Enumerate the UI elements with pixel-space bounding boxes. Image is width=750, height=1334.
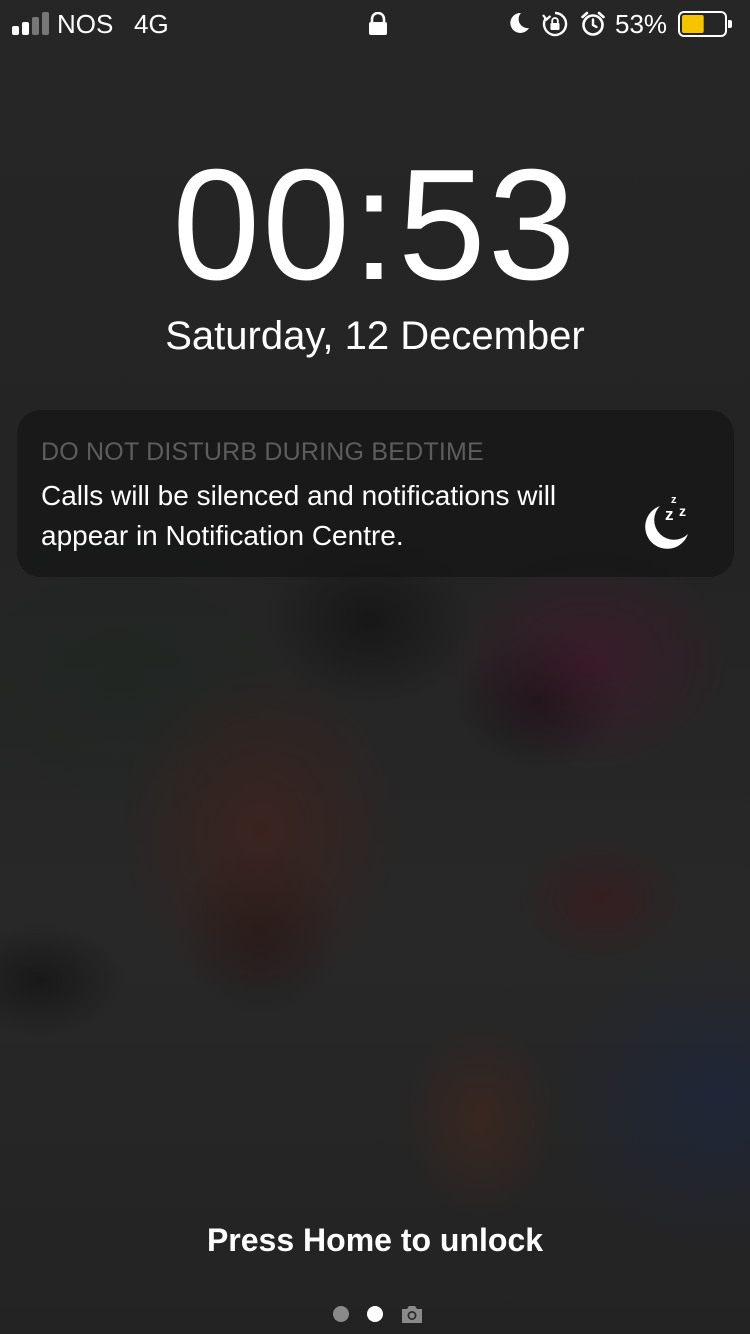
svg-text:z: z bbox=[679, 503, 686, 519]
page-indicator[interactable] bbox=[0, 1303, 750, 1325]
bedtime-notification[interactable]: DO NOT DISTURB DURING BEDTIME Calls will… bbox=[17, 410, 734, 577]
page-dot-2-active[interactable] bbox=[367, 1306, 383, 1322]
network-type: 4G bbox=[134, 9, 169, 39]
notification-header: DO NOT DISTURB DURING BEDTIME bbox=[41, 438, 484, 466]
lock-screen: NOS 4G 53% 00:53 Saturday, 12 December D… bbox=[0, 0, 750, 1334]
lock-screen-time: 00:53 bbox=[172, 137, 578, 313]
notification-body: Calls will be silenced and notifications… bbox=[41, 480, 557, 551]
carrier-name: NOS bbox=[57, 9, 114, 39]
do-not-disturb-moon-icon bbox=[510, 12, 529, 33]
lock-icon bbox=[369, 12, 387, 35]
alarm-icon bbox=[581, 11, 605, 36]
bedtime-moon-zzz-icon: z z z bbox=[645, 494, 688, 549]
press-home-to-unlock-hint: Press Home to unlock bbox=[206, 1222, 544, 1258]
page-dot-1[interactable] bbox=[333, 1306, 349, 1322]
signal-strength-icon bbox=[12, 11, 54, 35]
lock-screen-date: Saturday, 12 December bbox=[165, 314, 585, 358]
status-bar: NOS 4G 53% bbox=[0, 0, 750, 50]
svg-text:z: z bbox=[665, 505, 674, 524]
battery-percentage: 53% bbox=[615, 9, 668, 39]
camera-icon[interactable] bbox=[400, 1303, 424, 1325]
battery-icon bbox=[678, 11, 732, 37]
orientation-lock-icon bbox=[542, 11, 568, 37]
